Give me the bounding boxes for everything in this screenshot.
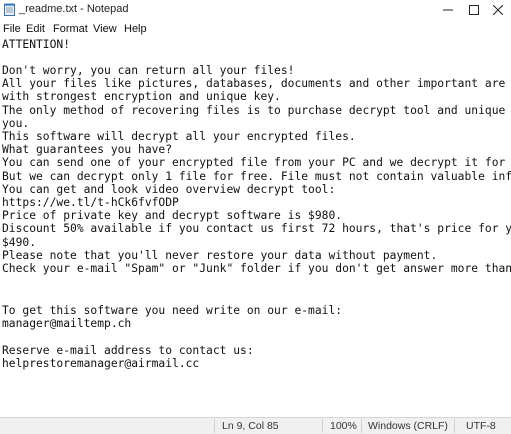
menu-view[interactable]: View: [93, 23, 117, 35]
text-line: To get this software you need write on o…: [2, 304, 343, 317]
text-line: What guarantees you have?: [2, 143, 173, 156]
maximize-icon: [469, 5, 479, 15]
text-line: $490.: [2, 236, 37, 249]
encoding: UTF-8: [466, 420, 496, 432]
text-line: you.: [2, 117, 30, 130]
menu-bar: File Edit Format View Help: [0, 21, 511, 38]
close-button[interactable]: [485, 0, 511, 20]
text-line: All your files like pictures, databases,…: [2, 77, 511, 90]
text-line: manager@mailtemp.ch: [2, 317, 132, 330]
menu-help[interactable]: Help: [124, 23, 147, 35]
text-line: Reserve e-mail address to contact us:: [2, 344, 254, 357]
maximize-button[interactable]: [461, 0, 487, 20]
text-line: Don't worry, you can return all your fil…: [2, 64, 295, 77]
window-title: _readme.txt - Notepad: [19, 3, 129, 15]
minimize-icon: [443, 5, 453, 15]
menu-edit[interactable]: Edit: [26, 23, 45, 35]
text-line: This software will decrypt all your encr…: [2, 130, 356, 143]
text-line: with strongest encryption and unique key…: [2, 90, 281, 103]
text-line: But we can decrypt only 1 file for free.…: [2, 170, 511, 183]
status-divider: [454, 419, 455, 433]
text-line: https://we.tl/t-hCk6fvfODP: [2, 196, 179, 209]
notepad-icon: [4, 3, 15, 16]
line-ending: Windows (CRLF): [368, 420, 448, 432]
close-icon: [493, 5, 503, 15]
text-line: The only method of recovering files is t…: [2, 104, 511, 117]
zoom-level: 100%: [330, 420, 357, 432]
cursor-position: Ln 9, Col 85: [222, 420, 279, 432]
status-divider: [214, 419, 215, 433]
text-line: You can get and look video overview decr…: [2, 183, 336, 196]
status-bar: Ln 9, Col 85 100% Windows (CRLF) UTF-8: [0, 417, 511, 434]
title-bar[interactable]: _readme.txt - Notepad: [0, 0, 511, 20]
status-divider: [361, 419, 362, 433]
notepad-window: _readme.txt - Notepad File Edit Format V…: [0, 0, 511, 434]
text-line: Discount 50% available if you contact us…: [2, 222, 511, 235]
text-line: Price of private key and decrypt softwar…: [2, 209, 343, 222]
text-line: helprestoremanager@airmail.cc: [2, 357, 200, 370]
text-editor[interactable]: ATTENTION! Don't worry, you can return a…: [0, 38, 511, 411]
text-line: Please note that you'll never restore yo…: [2, 249, 438, 262]
status-divider: [322, 419, 323, 433]
minimize-button[interactable]: [435, 0, 461, 20]
menu-format[interactable]: Format: [53, 23, 88, 35]
text-line: Check your e-mail "Spam" or "Junk" folde…: [2, 262, 511, 275]
text-line: You can send one of your encrypted file …: [2, 156, 511, 169]
menu-file[interactable]: File: [3, 23, 21, 35]
text-line: ATTENTION!: [2, 38, 71, 51]
